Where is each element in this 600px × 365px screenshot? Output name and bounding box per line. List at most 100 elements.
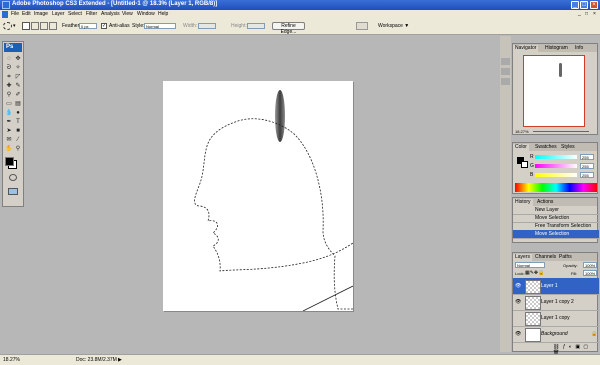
width-input[interactable] [198,23,216,29]
refine-edge-button[interactable]: Refine Edge... [272,22,305,35]
channel-b-slider[interactable] [535,173,577,177]
dodge-tool-icon[interactable]: ● [14,109,22,117]
tab-navigator[interactable]: Navigator [513,45,539,52]
menu-analysis[interactable]: Analysis [101,11,120,17]
bridge-icon[interactable] [356,22,368,30]
color-background-swatch[interactable] [521,161,528,168]
history-brush-tool-icon[interactable]: ✐ [14,91,22,99]
history-item-selected[interactable]: Move Selection [513,230,599,239]
channel-r-slider[interactable] [535,155,577,159]
minimize-button[interactable]: _ [571,1,579,9]
layer-row[interactable]: 👁 Background 🔒 [513,326,599,343]
rectangle-tool-icon[interactable]: ■ [14,127,22,135]
hand-tool-icon[interactable]: ✋ [5,145,13,153]
tab-histogram[interactable]: Histogram [543,45,570,52]
channel-g-slider[interactable] [535,164,577,168]
navigator-thumbnail[interactable] [523,55,585,127]
layer-name[interactable]: Layer 1 [541,283,558,289]
type-tool-icon[interactable]: T [14,118,22,126]
intersect-selection-icon[interactable] [49,22,57,30]
blend-mode-select[interactable]: Normal [515,262,545,268]
screen-mode-icon[interactable] [8,188,18,195]
menu-window[interactable]: Window [137,11,155,17]
clone-stamp-tool-icon[interactable]: ⚲ [5,91,13,99]
doc-restore-icon[interactable]: □ [585,11,588,17]
tab-info[interactable]: Info [573,45,586,52]
close-button[interactable]: × [590,1,598,9]
channel-g-input[interactable]: 255 [580,163,594,169]
layer-row[interactable]: 👁 Layer 1 copy 2 [513,294,599,311]
preset-dropdown-icon[interactable]: ▾ [13,23,16,29]
move-tool-icon[interactable]: ✥ [14,55,22,63]
blur-tool-icon[interactable]: 💧 [5,109,13,117]
foreground-color-swatch[interactable] [5,157,14,166]
tab-actions[interactable]: Actions [535,199,556,206]
eye-icon[interactable]: 👁 [515,299,521,305]
lock-icons[interactable]: ▦✎✥🔒 [525,270,544,276]
navigator-zoom-value[interactable]: 18.27% [515,129,529,134]
fill-input[interactable]: 100% [583,270,597,276]
tab-color[interactable]: Color [513,144,529,151]
layer-name[interactable]: Layer 1 copy [541,315,570,321]
channel-b-input[interactable]: 255 [580,172,594,178]
document-canvas[interactable] [163,81,354,312]
menu-view[interactable]: View [122,11,133,17]
status-arrow-icon[interactable]: ▶ [118,357,122,363]
status-zoom[interactable]: 18.27% [3,357,20,363]
quick-mask-icon[interactable] [9,174,17,181]
eraser-tool-icon[interactable]: ▭ [5,100,13,108]
menu-filter[interactable]: Filter [86,11,97,17]
gradient-tool-icon[interactable]: ▤ [14,100,22,108]
magic-wand-tool-icon[interactable]: ✧ [14,64,22,72]
height-input[interactable] [247,23,265,29]
doc-minimize-icon[interactable]: _ [578,11,581,17]
color-spectrum-bar[interactable] [515,183,597,192]
ps-menu-icon[interactable] [2,11,8,18]
menu-help[interactable]: Help [158,11,168,17]
ellipse-marquee-preset-icon[interactable] [3,22,12,30]
layer-row[interactable]: Layer 1 copy [513,310,599,327]
subtract-selection-icon[interactable] [40,22,48,30]
workspace-menu[interactable]: Workspace ▼ [378,23,409,29]
zoom-tool-icon[interactable]: ⚲ [14,145,22,153]
healing-brush-tool-icon[interactable]: ✚ [5,82,13,90]
crop-tool-icon[interactable]: ⌗ [5,73,13,81]
marquee-tool-icon[interactable]: ◌ [5,55,13,63]
tab-layers[interactable]: Layers [513,254,533,261]
channel-r-input[interactable]: 255 [580,154,594,160]
lasso-tool-icon[interactable]: ᘐ [5,64,13,72]
collapsed-panel-icon[interactable] [501,58,510,65]
doc-close-icon[interactable]: × [593,11,596,17]
collapsed-panel-icon[interactable] [501,68,510,75]
feather-input[interactable]: 0 px [79,23,97,29]
menu-layer[interactable]: Layer [52,11,65,17]
tab-channels[interactable]: Channels [533,254,559,261]
navigator-zoom-slider[interactable] [533,131,589,132]
menu-image[interactable]: Image [34,11,48,17]
antialias-checkbox[interactable]: ✓ [101,23,107,29]
path-selection-tool-icon[interactable]: ➤ [5,127,13,135]
tab-styles[interactable]: Styles [559,144,577,151]
add-to-selection-icon[interactable] [31,22,39,30]
tab-paths[interactable]: Paths [557,254,574,261]
maximize-button[interactable]: □ [580,1,588,9]
eye-icon[interactable]: 👁 [515,283,521,289]
menu-edit[interactable]: Edit [22,11,31,17]
brush-tool-icon[interactable]: ✎ [14,82,22,90]
layer-name[interactable]: Background [541,331,568,337]
menu-file[interactable]: File [11,11,19,17]
eyedropper-tool-icon[interactable]: ⁄ [14,136,22,144]
layer-row-selected[interactable]: 👁 Layer 1 [513,278,599,295]
eye-icon[interactable]: 👁 [515,331,521,337]
slice-tool-icon[interactable]: ◸ [14,73,22,81]
menu-select[interactable]: Select [68,11,82,17]
opacity-input[interactable]: 100% [583,262,597,268]
notes-tool-icon[interactable]: ✉ [5,136,13,144]
tab-swatches[interactable]: Swatches [533,144,559,151]
new-selection-icon[interactable] [22,22,30,30]
layer-name[interactable]: Layer 1 copy 2 [541,299,574,305]
pen-tool-icon[interactable]: ✒ [5,118,13,126]
collapsed-panel-icon[interactable] [501,78,510,85]
style-select[interactable]: Normal [144,23,176,29]
tab-history[interactable]: History [513,199,533,206]
